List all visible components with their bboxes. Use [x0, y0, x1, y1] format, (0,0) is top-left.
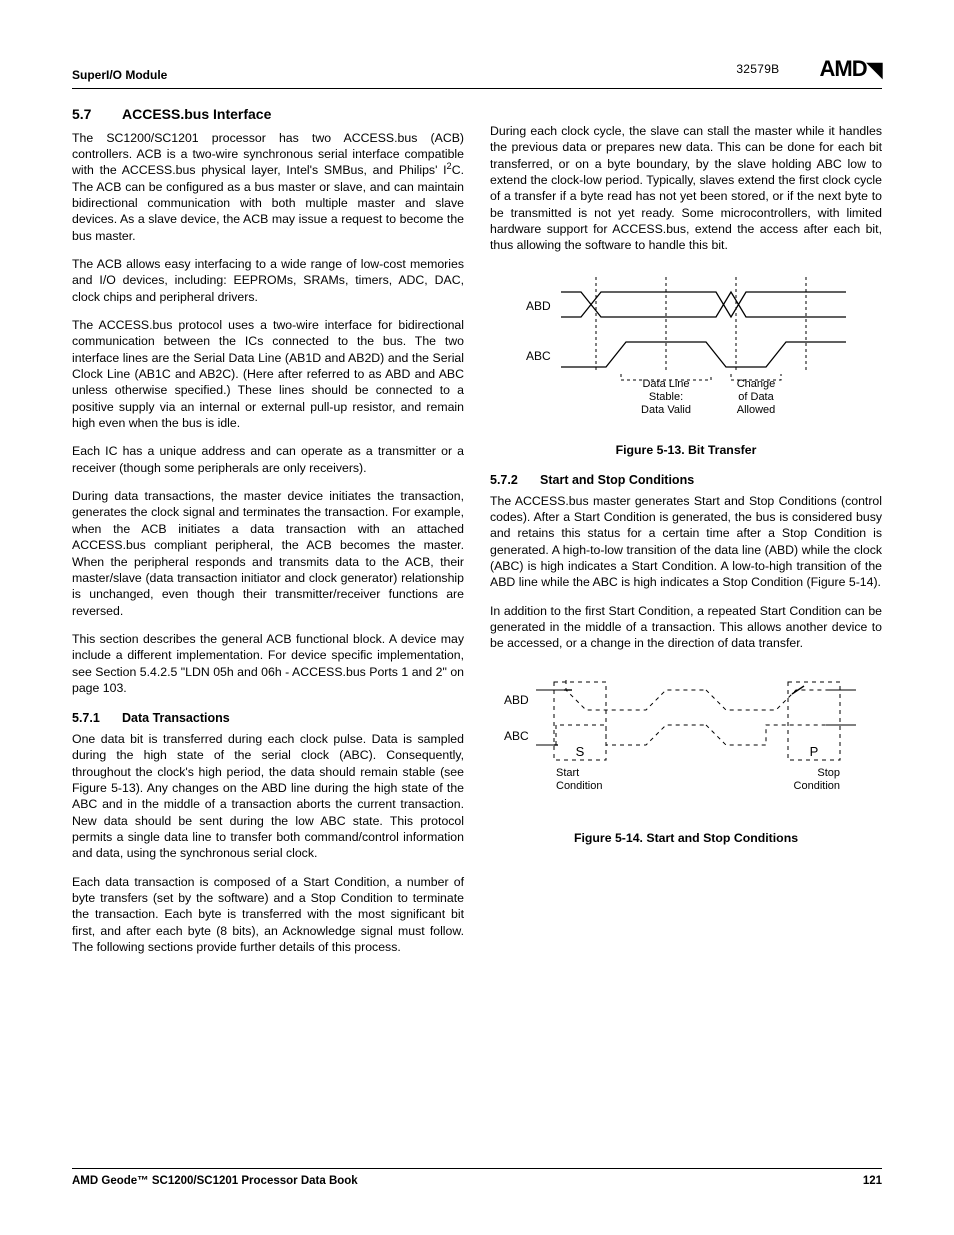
start-stop-diagram: ABD ABC S P Start Condition Stop Conditi… [496, 670, 876, 820]
page: SuperI/O Module 32579B AMD◤ 5.7ACCESS.bu… [0, 0, 954, 1235]
header-right: 32579B AMD◤ [736, 56, 882, 82]
svg-text:ABC: ABC [504, 729, 529, 743]
svg-text:Data Valid: Data Valid [641, 404, 691, 416]
doc-id: 32579B [736, 62, 779, 76]
subsection-5-7-1: 5.7.1Data Transactions [72, 710, 464, 727]
footer-page-number: 121 [863, 1175, 882, 1187]
paragraph: The ACCESS.bus protocol uses a two-wire … [72, 317, 464, 431]
header-module: SuperI/O Module [72, 68, 167, 82]
svg-text:Allowed: Allowed [737, 404, 776, 416]
subsection-5-7-2: 5.7.2Start and Stop Conditions [490, 472, 882, 489]
subsection-number: 5.7.1 [72, 710, 122, 727]
section-title: 5.7ACCESS.bus Interface [72, 105, 464, 124]
page-footer: AMD Geode™ SC1200/SC1201 Processor Data … [72, 1168, 882, 1187]
paragraph: The SC1200/SC1201 processor has two ACCE… [72, 130, 464, 244]
figure-5-14: ABD ABC S P Start Condition Stop Conditi… [490, 670, 882, 846]
paragraph: The ACB allows easy interfacing to a wid… [72, 256, 464, 305]
footer-book-title: AMD Geode™ SC1200/SC1201 Processor Data … [72, 1175, 358, 1187]
subsection-heading: Start and Stop Conditions [540, 473, 694, 487]
figure-5-14-caption: Figure 5-14. Start and Stop Conditions [490, 830, 882, 846]
subsection-heading: Data Transactions [122, 711, 230, 725]
logo-arrow-icon: ◤ [868, 57, 882, 82]
svg-text:Start: Start [556, 767, 579, 779]
svg-text:Stop: Stop [817, 767, 840, 779]
abd-label: ABD [526, 299, 551, 313]
paragraph: Each IC has a unique address and can ope… [72, 443, 464, 476]
content-columns: 5.7ACCESS.bus Interface The SC1200/SC120… [72, 99, 882, 967]
paragraph: Each data transaction is composed of a S… [72, 874, 464, 956]
section-number: 5.7 [72, 105, 122, 124]
paragraph: This section describes the general ACB f… [72, 631, 464, 696]
abc-label: ABC [526, 349, 551, 363]
page-header: SuperI/O Module 32579B AMD◤ [72, 56, 882, 89]
section-heading: ACCESS.bus Interface [122, 106, 271, 122]
svg-text:of Data: of Data [738, 391, 774, 403]
paragraph: In addition to the first Start Condition… [490, 603, 882, 652]
bit-transfer-diagram: ABD ABC Data Line Stable: Data Valid Cha… [506, 272, 866, 432]
amd-logo: AMD◤ [820, 56, 883, 82]
svg-text:Condition: Condition [556, 780, 602, 792]
logo-text: AMD [820, 56, 867, 82]
svg-text:Condition: Condition [794, 780, 840, 792]
svg-text:S: S [576, 744, 585, 759]
svg-text:Stable:: Stable: [649, 391, 683, 403]
subsection-number: 5.7.2 [490, 472, 540, 489]
figure-5-13: ABD ABC Data Line Stable: Data Valid Cha… [490, 272, 882, 458]
figure-5-13-caption: Figure 5-13. Bit Transfer [490, 442, 882, 458]
left-column: 5.7ACCESS.bus Interface The SC1200/SC120… [72, 99, 464, 967]
paragraph: The ACCESS.bus master generates Start an… [490, 493, 882, 591]
right-column: During each clock cycle, the slave can s… [490, 99, 882, 967]
paragraph: During data transactions, the master dev… [72, 488, 464, 619]
paragraph: During each clock cycle, the slave can s… [490, 123, 882, 254]
paragraph: One data bit is transferred during each … [72, 731, 464, 862]
svg-text:ABD: ABD [504, 693, 529, 707]
svg-text:P: P [810, 744, 819, 759]
